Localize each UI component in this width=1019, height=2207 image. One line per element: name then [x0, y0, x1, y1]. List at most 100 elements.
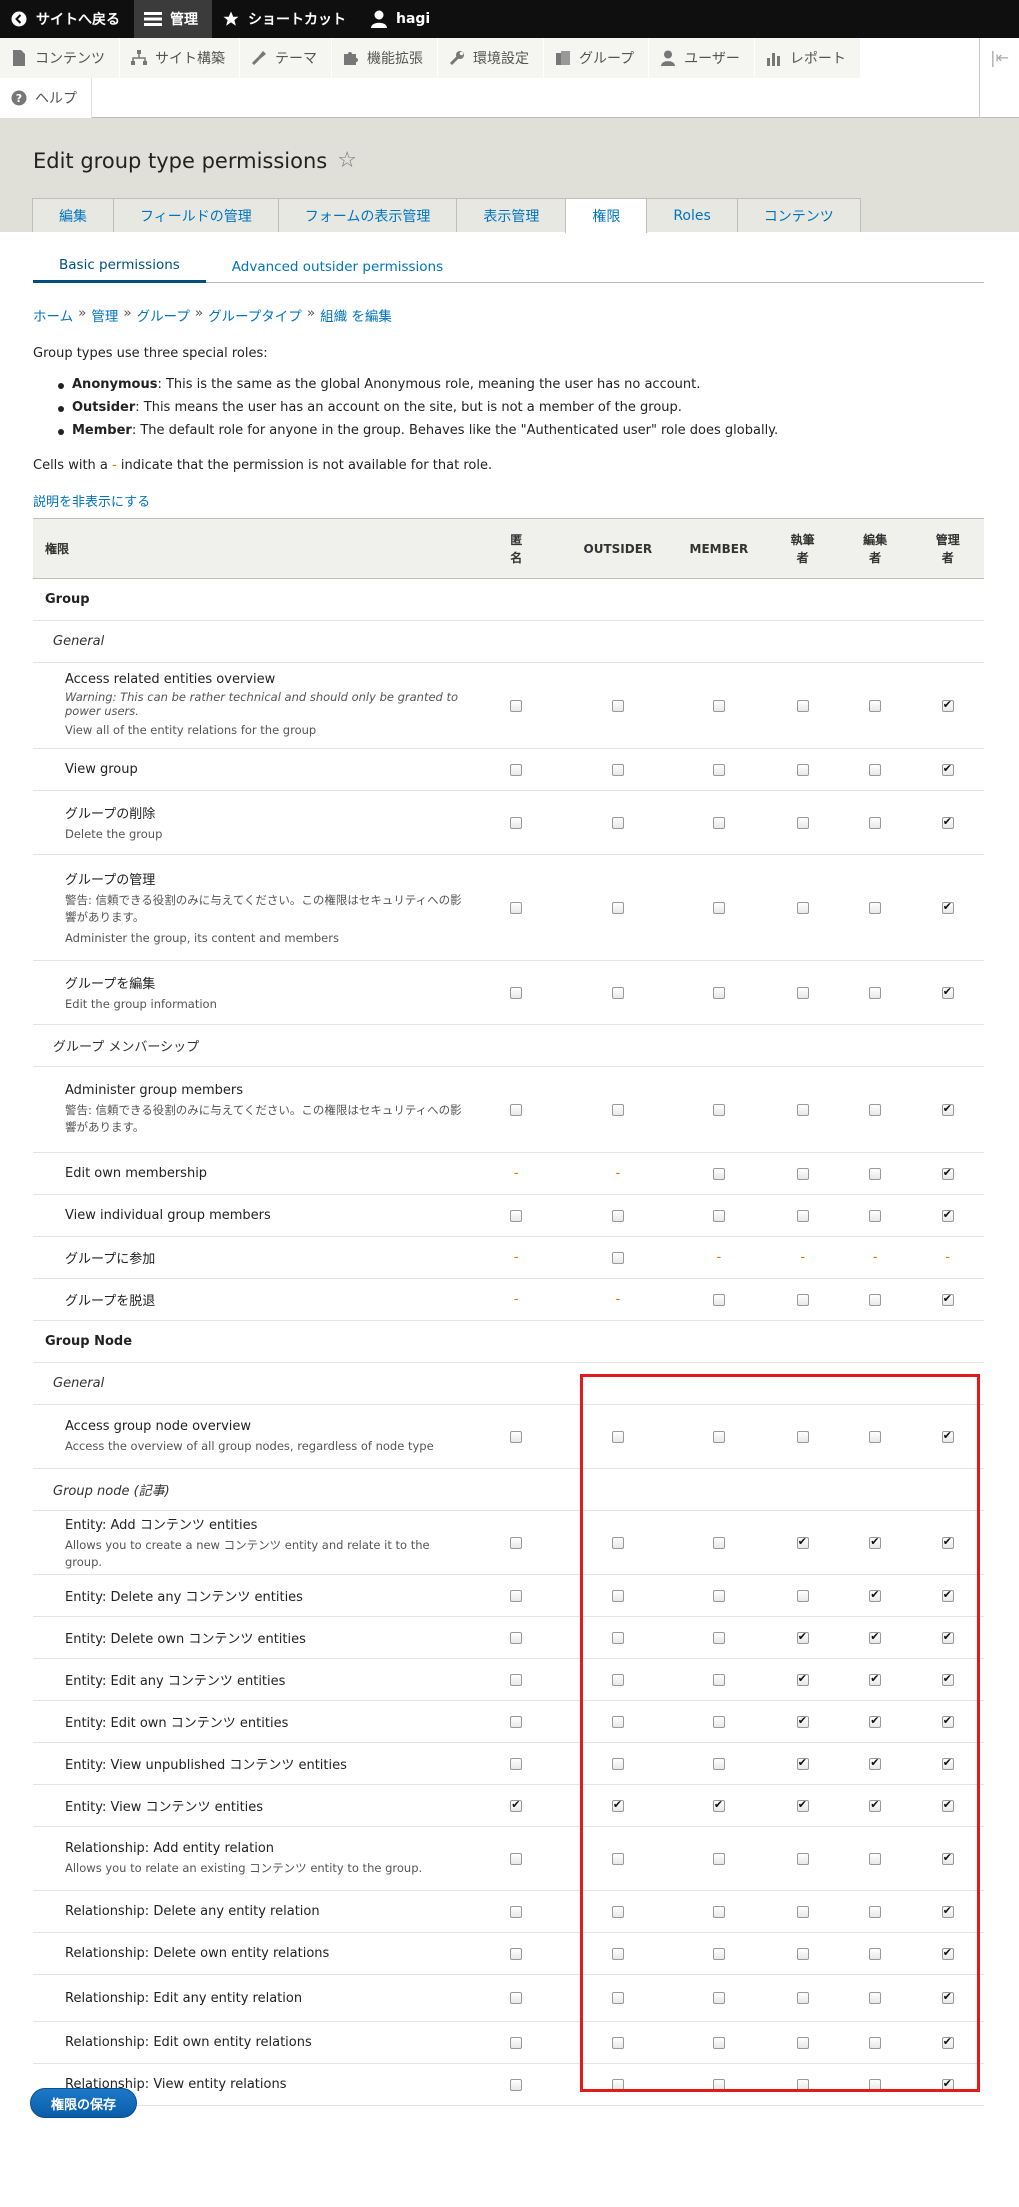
- checkbox-unchecked[interactable]: [510, 2036, 523, 2049]
- checkbox-unchecked[interactable]: [611, 1251, 624, 1264]
- checkbox-checked[interactable]: [941, 1166, 954, 1180]
- checkbox-checked[interactable]: [941, 1292, 954, 1306]
- checkbox-unchecked[interactable]: [712, 901, 725, 914]
- checkbox-unchecked[interactable]: [510, 1992, 523, 2004]
- checkbox-unchecked[interactable]: [510, 1209, 523, 1222]
- checkbox-checked[interactable]: [796, 1535, 809, 1549]
- checkbox-unchecked[interactable]: [796, 986, 809, 999]
- checkbox-unchecked[interactable]: [510, 1947, 523, 1960]
- checkbox-checked[interactable]: [941, 1714, 954, 1728]
- checkbox-unchecked[interactable]: [712, 763, 725, 776]
- breadcrumb-link-edit-organization[interactable]: 組織 を編集: [320, 305, 392, 325]
- checkbox-unchecked[interactable]: [712, 816, 725, 829]
- checkbox-unchecked[interactable]: [796, 1852, 809, 1865]
- checkbox-unchecked[interactable]: [712, 1536, 725, 1549]
- subtab-advanced-outsider-permissions[interactable]: Advanced outsider permissions: [206, 250, 469, 283]
- checkbox-checked[interactable]: [941, 1535, 954, 1549]
- checkbox-unchecked[interactable]: [796, 1293, 809, 1306]
- checkbox-unchecked[interactable]: [712, 1992, 725, 2004]
- checkbox-checked[interactable]: [869, 1714, 882, 1728]
- checkbox-checked[interactable]: [941, 1672, 954, 1686]
- tray-item-appearance[interactable]: テーマ: [240, 38, 332, 78]
- checkbox-checked[interactable]: [941, 1429, 954, 1443]
- checkbox-unchecked[interactable]: [510, 1905, 523, 1918]
- tray-item-structure[interactable]: サイト構築: [120, 38, 240, 78]
- checkbox-unchecked[interactable]: [611, 1430, 624, 1443]
- checkbox-unchecked[interactable]: [796, 1103, 809, 1116]
- checkbox-unchecked[interactable]: [796, 816, 809, 829]
- checkbox-unchecked[interactable]: [712, 699, 725, 712]
- checkbox-checked[interactable]: [941, 762, 954, 776]
- checkbox-checked[interactable]: [869, 1535, 882, 1549]
- checkbox-unchecked[interactable]: [510, 901, 523, 914]
- checkbox-checked[interactable]: [941, 698, 954, 712]
- checkbox-unchecked[interactable]: [510, 1536, 523, 1549]
- checkbox-unchecked[interactable]: [712, 1293, 725, 1306]
- checkbox-unchecked[interactable]: [510, 2078, 523, 2091]
- checkbox-unchecked[interactable]: [712, 2078, 725, 2091]
- checkbox-unchecked[interactable]: [869, 2036, 882, 2049]
- checkbox-unchecked[interactable]: [611, 1631, 624, 1644]
- checkbox-unchecked[interactable]: [510, 1103, 523, 1116]
- checkbox-unchecked[interactable]: [796, 1430, 809, 1443]
- checkbox-unchecked[interactable]: [869, 1293, 882, 1306]
- checkbox-unchecked[interactable]: [796, 1589, 809, 1602]
- checkbox-unchecked[interactable]: [510, 1852, 523, 1865]
- checkbox-unchecked[interactable]: [712, 1715, 725, 1728]
- back-to-site-link[interactable]: サイトへ戻る: [0, 0, 134, 38]
- checkbox-unchecked[interactable]: [510, 986, 523, 999]
- tray-item-extend[interactable]: 機能拡張: [332, 38, 438, 78]
- checkbox-unchecked[interactable]: [611, 1209, 624, 1222]
- tray-orientation-toggle[interactable]: |⇤: [979, 38, 1019, 118]
- checkbox-unchecked[interactable]: [712, 1589, 725, 1602]
- checkbox-unchecked[interactable]: [796, 901, 809, 914]
- checkbox-checked[interactable]: [510, 1798, 523, 1812]
- checkbox-unchecked[interactable]: [796, 1167, 809, 1180]
- checkbox-checked[interactable]: [796, 1798, 809, 1812]
- checkbox-unchecked[interactable]: [796, 1947, 809, 1960]
- checkbox-checked[interactable]: [796, 1756, 809, 1770]
- checkbox-checked[interactable]: [941, 1990, 954, 2004]
- checkbox-unchecked[interactable]: [611, 699, 624, 712]
- checkbox-unchecked[interactable]: [611, 986, 624, 999]
- checkbox-unchecked[interactable]: [712, 2036, 725, 2049]
- checkbox-unchecked[interactable]: [869, 1947, 882, 1960]
- breadcrumb-link-admin[interactable]: 管理: [91, 305, 118, 325]
- checkbox-unchecked[interactable]: [796, 763, 809, 776]
- checkbox-unchecked[interactable]: [869, 2078, 882, 2091]
- subtab-basic-permissions[interactable]: Basic permissions: [33, 250, 206, 283]
- shortcut-star-icon[interactable]: ☆: [337, 148, 357, 173]
- checkbox-unchecked[interactable]: [869, 763, 882, 776]
- checkbox-unchecked[interactable]: [796, 1209, 809, 1222]
- checkbox-checked[interactable]: [611, 1798, 624, 1812]
- shortcuts-button[interactable]: ショートカット: [212, 0, 360, 38]
- checkbox-unchecked[interactable]: [712, 1430, 725, 1443]
- checkbox-checked[interactable]: [941, 1588, 954, 1602]
- checkbox-unchecked[interactable]: [510, 1589, 523, 1602]
- checkbox-checked[interactable]: [869, 1588, 882, 1602]
- checkbox-checked[interactable]: [796, 1630, 809, 1644]
- checkbox-unchecked[interactable]: [869, 1209, 882, 1222]
- checkbox-unchecked[interactable]: [611, 1715, 624, 1728]
- checkbox-unchecked[interactable]: [796, 2078, 809, 2091]
- checkbox-unchecked[interactable]: [611, 1905, 624, 1918]
- tab-permissions[interactable]: 権限: [565, 198, 648, 233]
- checkbox-unchecked[interactable]: [510, 1673, 523, 1686]
- breadcrumb-link-home[interactable]: ホーム: [33, 305, 73, 325]
- checkbox-unchecked[interactable]: [869, 699, 882, 712]
- tab-manage-form-display[interactable]: フォームの表示管理: [277, 198, 458, 232]
- checkbox-checked[interactable]: [869, 1672, 882, 1686]
- checkbox-unchecked[interactable]: [611, 901, 624, 914]
- checkbox-unchecked[interactable]: [510, 699, 523, 712]
- checkbox-unchecked[interactable]: [712, 986, 725, 999]
- hide-descriptions-link[interactable]: 説明を非表示にする: [33, 491, 150, 510]
- checkbox-checked[interactable]: [712, 1798, 725, 1812]
- checkbox-unchecked[interactable]: [611, 1852, 624, 1865]
- checkbox-checked[interactable]: [941, 1851, 954, 1865]
- checkbox-unchecked[interactable]: [611, 1103, 624, 1116]
- tray-item-content[interactable]: コンテンツ: [0, 38, 120, 78]
- checkbox-unchecked[interactable]: [796, 2036, 809, 2049]
- checkbox-unchecked[interactable]: [712, 1631, 725, 1644]
- checkbox-unchecked[interactable]: [869, 901, 882, 914]
- tab-content[interactable]: コンテンツ: [736, 198, 861, 232]
